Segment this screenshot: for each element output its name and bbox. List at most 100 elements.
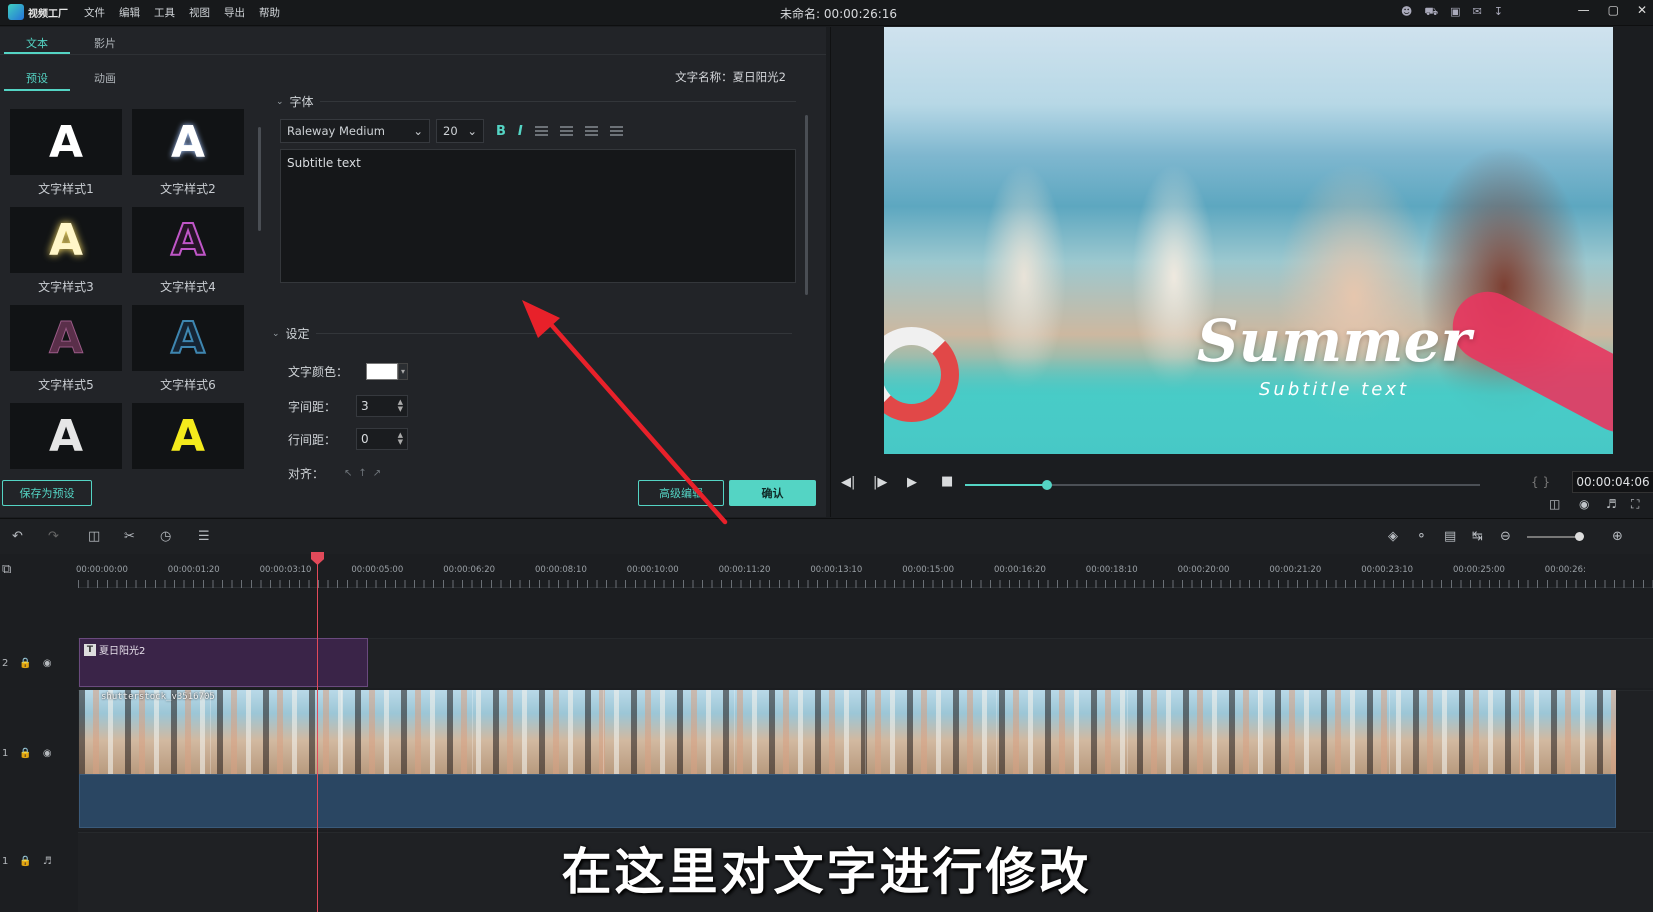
chevron-down-icon[interactable]: ▾ bbox=[398, 363, 409, 380]
italic-button[interactable]: I bbox=[518, 124, 523, 139]
preset-label: 文字样式4 bbox=[160, 280, 216, 294]
alignment-grid-icon[interactable]: ↖↑↗ bbox=[344, 468, 387, 479]
font-size-select[interactable]: 20 ⌄ bbox=[436, 119, 484, 143]
download-icon[interactable]: ↧ bbox=[1494, 5, 1503, 20]
preset-label: 文字样式6 bbox=[160, 378, 216, 392]
mark-in-out-icon[interactable]: { } bbox=[1531, 475, 1550, 489]
text-content-input[interactable]: Subtitle text bbox=[280, 149, 796, 283]
maximize-icon[interactable]: ▢ bbox=[1608, 3, 1619, 17]
duration-icon[interactable]: ◷ bbox=[160, 529, 171, 544]
play-icon[interactable]: ▶ bbox=[907, 475, 917, 490]
font-section-header[interactable]: ⌄ 字体 bbox=[276, 93, 796, 110]
stop-icon[interactable]: ■ bbox=[941, 474, 953, 489]
char-spacing-stepper[interactable]: 3 ▲ ▼ bbox=[356, 395, 409, 417]
preset-scrollbar[interactable] bbox=[258, 127, 261, 231]
zoom-slider[interactable] bbox=[1527, 536, 1577, 538]
volume-icon[interactable]: ♬ bbox=[1606, 497, 1617, 511]
eye-icon[interactable]: ◉ bbox=[43, 748, 52, 759]
marker-icon[interactable]: ◈ bbox=[1388, 529, 1398, 544]
display-icon[interactable]: ◫ bbox=[1549, 497, 1560, 511]
cut-icon[interactable]: ✂ bbox=[124, 529, 135, 544]
font-family-select[interactable]: Raleway Medium ⌄ bbox=[280, 119, 430, 143]
tab-text[interactable]: 文本 bbox=[26, 35, 48, 51]
voiceover-icon[interactable]: ▤ bbox=[1444, 529, 1456, 544]
preset-style-5[interactable]: A 文字样式5 bbox=[10, 305, 122, 393]
bold-button[interactable]: B bbox=[496, 124, 506, 139]
line-spacing-row: 行间距： 0 ▲ ▼ bbox=[288, 428, 409, 450]
frame-divider bbox=[865, 690, 866, 774]
menu-edit[interactable]: 编辑 bbox=[119, 5, 140, 20]
add-track-icon[interactable]: ⧉ bbox=[2, 562, 11, 577]
text-editor-panel: 文本 影片 预设 动画 文字名称：夏日阳光2 A 文字样式1 A 文字样式2 A… bbox=[0, 27, 826, 517]
preset-style-1[interactable]: A 文字样式1 bbox=[10, 109, 122, 197]
eye-icon[interactable]: ◉ bbox=[43, 658, 52, 669]
zoom-in-icon[interactable]: ⊕ bbox=[1612, 529, 1623, 544]
cart-icon[interactable]: ⛟ bbox=[1424, 5, 1438, 20]
settings-section-header[interactable]: ⌄ 设定 bbox=[272, 325, 792, 342]
preset-style-3[interactable]: A 文字样式3 bbox=[10, 207, 122, 295]
frame-divider bbox=[1127, 690, 1128, 774]
adjust-icon[interactable]: ☰ bbox=[198, 529, 210, 544]
lock-icon[interactable]: 🔒 bbox=[19, 748, 31, 759]
ruler-tick-label: 00:00:01:20 bbox=[167, 565, 220, 575]
subtab-preset[interactable]: 预设 bbox=[26, 70, 48, 86]
snapshot-icon[interactable]: ◉ bbox=[1579, 497, 1589, 511]
delete-icon[interactable]: ◫ bbox=[88, 529, 100, 544]
video-clip-audio-area[interactable] bbox=[79, 774, 1616, 828]
menu-view[interactable]: 视图 bbox=[189, 5, 210, 20]
line-spacing-label: 行间距： bbox=[288, 432, 337, 447]
save-icon[interactable]: ▣ bbox=[1450, 5, 1460, 20]
align-left-icon[interactable] bbox=[534, 126, 548, 136]
preset-style-6[interactable]: A 文字样式6 bbox=[132, 305, 244, 393]
mic-icon[interactable]: ⚬ bbox=[1416, 529, 1427, 544]
lock-icon[interactable]: 🔒 bbox=[19, 658, 31, 669]
text-color-swatch[interactable] bbox=[366, 363, 399, 380]
video-clip[interactable]: shutterstock_v3516705 bbox=[79, 690, 1616, 774]
playback-progress[interactable] bbox=[965, 480, 1480, 490]
ruler-tick-label: 00:00:05:00 bbox=[351, 565, 404, 575]
prev-frame-icon[interactable]: ◀| bbox=[841, 475, 855, 490]
stepper-arrows-icon[interactable]: ▲ ▼ bbox=[398, 399, 403, 413]
menu-help[interactable]: 帮助 bbox=[259, 5, 280, 20]
minimize-icon[interactable]: — bbox=[1578, 3, 1590, 17]
save-preset-button[interactable]: 保存为预设 bbox=[2, 480, 92, 506]
chevron-down-icon: ⌄ bbox=[272, 328, 280, 339]
video-preview[interactable]: Summer Subtitle text bbox=[884, 27, 1613, 454]
preset-style-8[interactable]: A bbox=[132, 403, 244, 485]
preset-style-7[interactable]: A bbox=[10, 403, 122, 485]
confirm-button[interactable]: 确认 bbox=[729, 480, 816, 506]
line-spacing-stepper[interactable]: 0 ▲ ▼ bbox=[356, 428, 409, 450]
menu-export[interactable]: 导出 bbox=[224, 5, 245, 20]
align-right-icon[interactable] bbox=[584, 126, 598, 136]
zoom-out-icon[interactable]: ⊖ bbox=[1500, 529, 1511, 544]
undo-icon[interactable]: ↶ bbox=[12, 529, 23, 544]
title-clip[interactable]: T 夏日阳光2 bbox=[79, 638, 368, 687]
menu-file[interactable]: 文件 bbox=[84, 5, 105, 20]
align-center-icon[interactable] bbox=[559, 126, 573, 136]
mail-icon[interactable]: ✉ bbox=[1473, 5, 1482, 20]
tab-movie[interactable]: 影片 bbox=[94, 35, 116, 51]
advanced-edit-button[interactable]: 高级编辑 bbox=[638, 480, 724, 506]
editor-scrollbar[interactable] bbox=[805, 115, 808, 295]
preset-grid: A 文字样式1 A 文字样式2 A 文字样式3 A 文字样式4 A 文字样式5 … bbox=[10, 109, 250, 485]
user-icon[interactable]: ☻ bbox=[1401, 5, 1412, 20]
ruler-tick-label: 00:00:18:10 bbox=[1085, 565, 1138, 575]
fullscreen-icon[interactable]: ⛶ bbox=[1631, 497, 1639, 512]
subtab-animation[interactable]: 动画 bbox=[94, 70, 116, 86]
fit-icon[interactable]: ↹ bbox=[1472, 529, 1483, 544]
preset-style-2[interactable]: A 文字样式2 bbox=[132, 109, 244, 197]
redo-icon[interactable]: ↷ bbox=[48, 529, 59, 544]
font-toolbar: Raleway Medium ⌄ 20 ⌄ B I bbox=[280, 119, 623, 143]
next-frame-icon[interactable]: |▶ bbox=[873, 475, 887, 490]
preset-thumb: A bbox=[132, 305, 244, 371]
preset-style-4[interactable]: A 文字样式4 bbox=[132, 207, 244, 295]
menu-tools[interactable]: 工具 bbox=[154, 5, 175, 20]
progress-knob[interactable] bbox=[1042, 480, 1053, 490]
frame-divider bbox=[472, 690, 473, 774]
stepper-arrows-icon[interactable]: ▲ ▼ bbox=[398, 432, 403, 446]
close-icon[interactable]: ✕ bbox=[1637, 3, 1647, 17]
line-spacing-value: 0 bbox=[361, 432, 369, 446]
ruler-tick-label: 00:00:25:00 bbox=[1453, 565, 1505, 575]
align-justify-icon[interactable] bbox=[609, 126, 623, 136]
zoom-slider-knob[interactable] bbox=[1575, 532, 1584, 541]
